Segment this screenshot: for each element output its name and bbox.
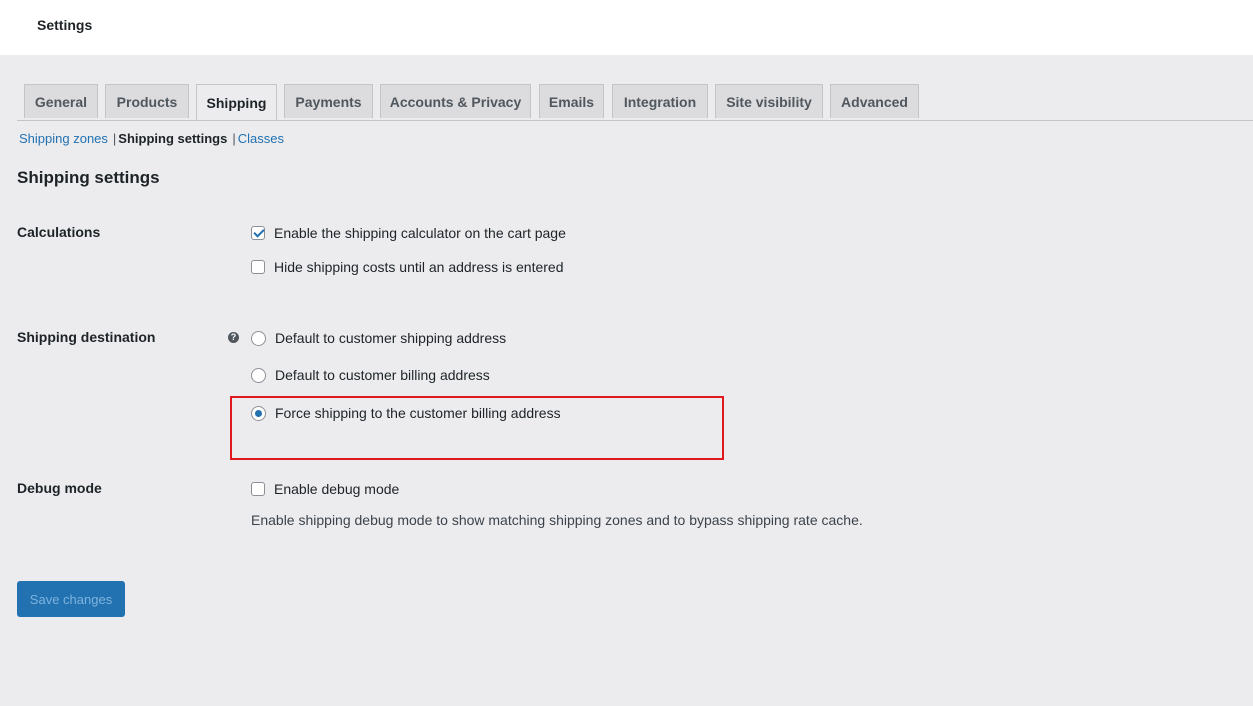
destination-option-billing[interactable]: Default to customer billing address	[251, 367, 490, 383]
shipping-calculator-checkbox[interactable]	[251, 226, 265, 240]
calculations-label: Calculations	[17, 224, 101, 240]
tab-products[interactable]: Products	[105, 84, 189, 118]
tab-advanced[interactable]: Advanced	[830, 84, 919, 118]
tab-emails[interactable]: Emails	[539, 84, 604, 118]
hide-shipping-costs-label: Hide shipping costs until an address is …	[274, 259, 564, 275]
destination-billing-label: Default to customer billing address	[275, 367, 490, 383]
save-changes-button[interactable]: Save changes	[17, 581, 125, 617]
debug-mode-option-label: Enable debug mode	[274, 481, 400, 497]
subnav-separator: |	[112, 131, 117, 146]
shipping-calculator-option[interactable]: Enable the shipping calculator on the ca…	[251, 225, 566, 241]
tab-shipping[interactable]: Shipping	[196, 84, 277, 120]
subnav-shipping-settings[interactable]: Shipping settings	[118, 131, 227, 146]
destination-option-shipping[interactable]: Default to customer shipping address	[251, 330, 506, 346]
debug-mode-checkbox[interactable]	[251, 482, 265, 496]
section-title: Shipping settings	[17, 168, 160, 187]
tab-payments[interactable]: Payments	[284, 84, 373, 118]
debug-mode-option[interactable]: Enable debug mode	[251, 481, 399, 497]
debug-mode-description: Enable shipping debug mode to show match…	[251, 512, 863, 528]
tab-site-visibility[interactable]: Site visibility	[715, 84, 823, 118]
subnav-separator: |	[232, 131, 236, 146]
top-bar: Settings	[0, 0, 1253, 55]
hide-shipping-costs-checkbox[interactable]	[251, 260, 265, 274]
shipping-calculator-label: Enable the shipping calculator on the ca…	[274, 225, 566, 241]
destination-shipping-radio[interactable]	[251, 330, 266, 346]
highlight-annotation-box	[230, 396, 724, 460]
shipping-destination-label: Shipping destination	[17, 329, 156, 345]
hide-shipping-costs-option[interactable]: Hide shipping costs until an address is …	[251, 259, 564, 275]
destination-shipping-label: Default to customer shipping address	[275, 330, 507, 346]
destination-billing-radio[interactable]	[251, 367, 266, 383]
settings-tabs: General Products Shipping Payments Accou…	[17, 84, 1253, 121]
subsection-nav: Shipping zones | Shipping settings | Classes	[19, 131, 284, 146]
subnav-shipping-zones[interactable]: Shipping zones	[19, 131, 108, 146]
debug-mode-label: Debug mode	[17, 480, 102, 496]
page-title: Settings	[37, 17, 93, 33]
help-icon[interactable]: ?	[228, 332, 239, 343]
subnav-classes[interactable]: Classes	[238, 131, 284, 146]
tab-accounts-privacy[interactable]: Accounts & Privacy	[380, 84, 531, 118]
tab-integration[interactable]: Integration	[612, 84, 708, 118]
tab-general[interactable]: General	[24, 84, 98, 118]
